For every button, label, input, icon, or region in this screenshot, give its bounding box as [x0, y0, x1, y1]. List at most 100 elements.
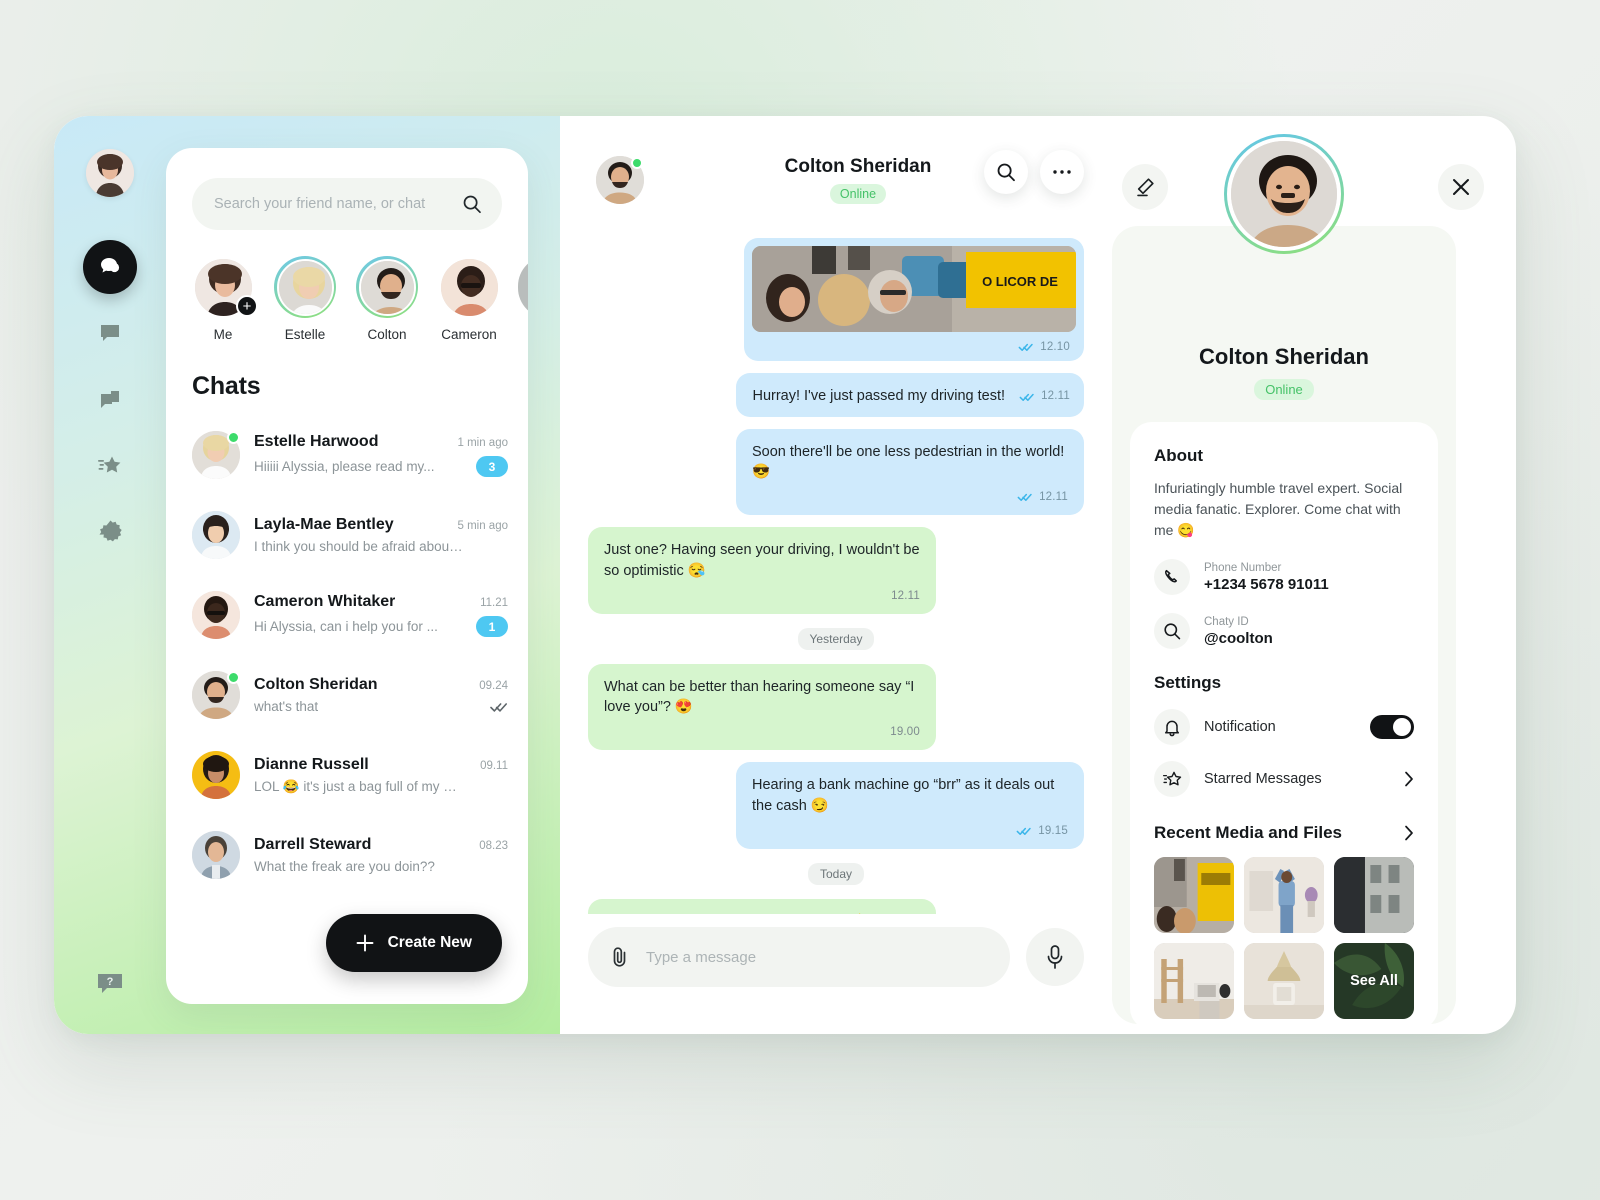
- attachment-icon[interactable]: [610, 946, 630, 968]
- message-bubble-photo[interactable]: O LICOR DE 12.10: [744, 238, 1084, 362]
- message-meta: 12.11: [752, 489, 1068, 505]
- message-bubble[interactable]: What can be better than hearing someone …: [588, 663, 936, 751]
- media-thumbnail-see-all[interactable]: See All: [1334, 943, 1414, 1019]
- table-row[interactable]: Layla-Mae Bentley 5 min ago I think you …: [192, 495, 508, 575]
- media-thumbnail[interactable]: [1244, 943, 1324, 1019]
- online-indicator: [227, 431, 240, 444]
- story-item-estelle[interactable]: Estelle: [274, 256, 336, 342]
- profile-details: About Infuriatingly humble travel expert…: [1130, 422, 1438, 1030]
- add-story-button[interactable]: +: [236, 295, 258, 317]
- search-icon[interactable]: [462, 194, 482, 214]
- story-avatar: [276, 258, 334, 316]
- voice-record-button[interactable]: [1026, 928, 1084, 986]
- message-bubble[interactable]: Hearing a bank machine go “brr” as it de…: [736, 762, 1084, 849]
- timestamp: 09.24: [479, 680, 508, 692]
- edit-profile-button[interactable]: [1122, 164, 1168, 210]
- story-item-me[interactable]: + Me: [192, 256, 258, 342]
- avatar: [192, 431, 240, 479]
- search-bar[interactable]: [192, 178, 502, 230]
- search-icon: [996, 162, 1016, 182]
- sidebar-item-chats[interactable]: [83, 240, 137, 294]
- story-item-peek[interactable]: [518, 256, 528, 318]
- conversation-search-button[interactable]: [984, 150, 1028, 194]
- close-panel-button[interactable]: [1438, 164, 1484, 210]
- composer-input[interactable]: [646, 948, 988, 966]
- rail-user-avatar[interactable]: [86, 149, 134, 197]
- contact-name: Cameron Whitaker: [254, 593, 396, 610]
- starred-icon: [1154, 761, 1190, 797]
- left-region: ? Search your friend name, or chat + Me …: [54, 116, 560, 1034]
- stories-row: + Me Estelle Colton Cameron: [166, 256, 528, 342]
- conversation-more-button[interactable]: [1040, 150, 1084, 194]
- info-label: Phone Number: [1204, 561, 1282, 574]
- sidebar-item-contacts[interactable]: [83, 306, 137, 360]
- day-separator-label: Today: [807, 862, 865, 885]
- message-bubble[interactable]: Soon there'll be one less pedestrian in …: [736, 428, 1084, 516]
- timestamp: 08.23: [479, 840, 508, 852]
- info-row-phone[interactable]: Phone Number +1234 5678 91011: [1154, 559, 1414, 595]
- chats-heading: Chats: [192, 372, 261, 400]
- chevron-right-icon[interactable]: [1404, 825, 1414, 841]
- message-preview: what's that: [254, 699, 319, 714]
- info-value: @coolton: [1204, 629, 1273, 647]
- table-row[interactable]: Colton Sheridan 09.24 what's that: [192, 655, 508, 735]
- message-row: Hurray! I've just passed my driving test…: [588, 373, 1084, 417]
- help-button[interactable]: ?: [95, 970, 125, 998]
- message-bubble[interactable]: I have something cool for you Alyssia 🌙🔥…: [588, 898, 936, 914]
- story-item-cameron[interactable]: Cameron: [438, 256, 500, 342]
- setting-row-notification[interactable]: Notification: [1154, 709, 1414, 745]
- setting-label: Notification: [1204, 719, 1276, 735]
- contact-card-icon: [98, 321, 122, 345]
- search-id-icon: [1154, 613, 1190, 649]
- setting-row-starred-messages[interactable]: Starred Messages: [1154, 761, 1414, 797]
- media-header[interactable]: Recent Media and Files: [1154, 823, 1414, 843]
- story-ring: +: [192, 256, 258, 318]
- media-thumbnail[interactable]: [1154, 943, 1234, 1019]
- story-ring: [356, 256, 418, 318]
- message-meta: 12.11: [604, 588, 920, 604]
- sidebar-item-settings[interactable]: [83, 504, 137, 558]
- table-row[interactable]: Cameron Whitaker 11.21 Hi Alyssia, can i…: [192, 575, 508, 655]
- see-all-label[interactable]: See All: [1334, 943, 1414, 1019]
- message-text: Just one? Having seen your driving, I wo…: [604, 542, 920, 579]
- plus-icon: [356, 934, 374, 952]
- conversation-header: Colton Sheridan Online: [560, 116, 1112, 234]
- info-label: Chaty ID: [1204, 615, 1249, 628]
- message-preview: What the freak are you doin??: [254, 859, 435, 874]
- read-receipt-icon: [490, 701, 508, 713]
- stories-icon: [98, 387, 122, 411]
- edit-pencil-icon: [1134, 176, 1156, 198]
- profile-card: Colton Sheridan Online About Infuriating…: [1112, 134, 1456, 1030]
- story-avatar: [358, 258, 416, 316]
- nav-rail: ?: [54, 116, 166, 1034]
- create-new-button[interactable]: Create New: [325, 914, 502, 972]
- timestamp: 12.11: [891, 589, 920, 602]
- timestamp: 09.11: [480, 759, 508, 772]
- composer-input-box[interactable]: [588, 927, 1010, 987]
- read-receipt-icon: [1017, 492, 1033, 502]
- bell-icon: [1154, 709, 1190, 745]
- message-photo: O LICOR DE: [752, 246, 1076, 332]
- contact-name: Colton Sheridan: [254, 676, 378, 693]
- avatar[interactable]: [596, 156, 644, 204]
- message-bubble[interactable]: Hurray! I've just passed my driving test…: [736, 373, 1084, 417]
- media-thumbnail[interactable]: [1244, 857, 1324, 933]
- story-item-colton[interactable]: Colton: [356, 256, 418, 342]
- info-row-chaty-id[interactable]: Chaty ID @coolton: [1154, 613, 1414, 649]
- sidebar-item-stories[interactable]: [83, 372, 137, 426]
- avatar[interactable]: [1227, 137, 1341, 251]
- sidebar-item-starred[interactable]: [83, 438, 137, 492]
- more-dots-icon: [1052, 169, 1072, 175]
- profile-status-wrap: Online: [1112, 379, 1456, 400]
- media-grid: See All: [1154, 857, 1414, 1019]
- table-row[interactable]: Darrell Steward 08.23 What the freak are…: [192, 815, 508, 895]
- notification-toggle[interactable]: [1370, 715, 1414, 739]
- media-thumbnail[interactable]: [1154, 857, 1234, 933]
- media-thumbnail[interactable]: [1334, 857, 1414, 933]
- search-input[interactable]: [214, 196, 462, 212]
- message-bubble[interactable]: Just one? Having seen your driving, I wo…: [588, 527, 936, 614]
- table-row[interactable]: Dianne Russell 09.11 LOL 😂 it's just a b…: [192, 735, 508, 815]
- table-row[interactable]: Estelle Harwood 1 min ago Hiiiii Alyssia…: [192, 415, 508, 495]
- unread-badge: 1: [476, 616, 508, 637]
- conversation-actions: [984, 150, 1084, 194]
